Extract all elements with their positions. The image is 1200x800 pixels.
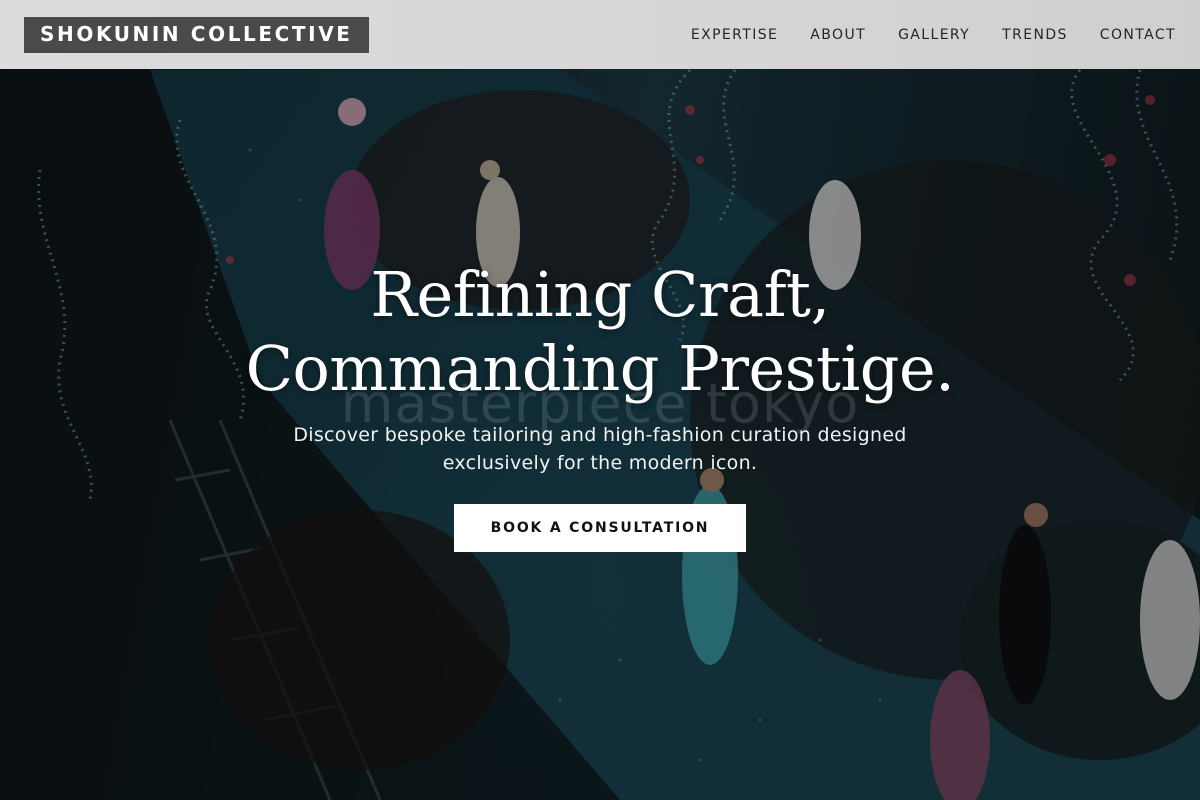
brand-logo[interactable]: SHOKUNIN COLLECTIVE [24,16,369,53]
main-nav: EXPERTISE ABOUT GALLERY TRENDS CONTACT [659,27,1176,43]
nav-item-contact[interactable]: CONTACT [1100,27,1176,43]
nav-item-about[interactable]: ABOUT [810,27,866,43]
hero-title-line-1: Refining Craft, [370,258,830,331]
hero-section: masterpiece tokyo Refining Craft, Comman… [0,0,1200,800]
site-header: SHOKUNIN COLLECTIVE EXPERTISE ABOUT GALL… [0,0,1200,69]
nav-item-trends[interactable]: TRENDS [1002,27,1068,43]
hero-title-line-2: Commanding Prestige. [245,332,955,405]
nav-item-gallery[interactable]: GALLERY [898,27,970,43]
hero-subtitle: Discover bespoke tailoring and high-fash… [293,424,907,474]
nav-item-expertise[interactable]: EXPERTISE [691,27,778,43]
hero-title: Refining Craft, Commanding Prestige. [0,258,1200,406]
book-consultation-button[interactable]: BOOK A CONSULTATION [454,504,746,552]
